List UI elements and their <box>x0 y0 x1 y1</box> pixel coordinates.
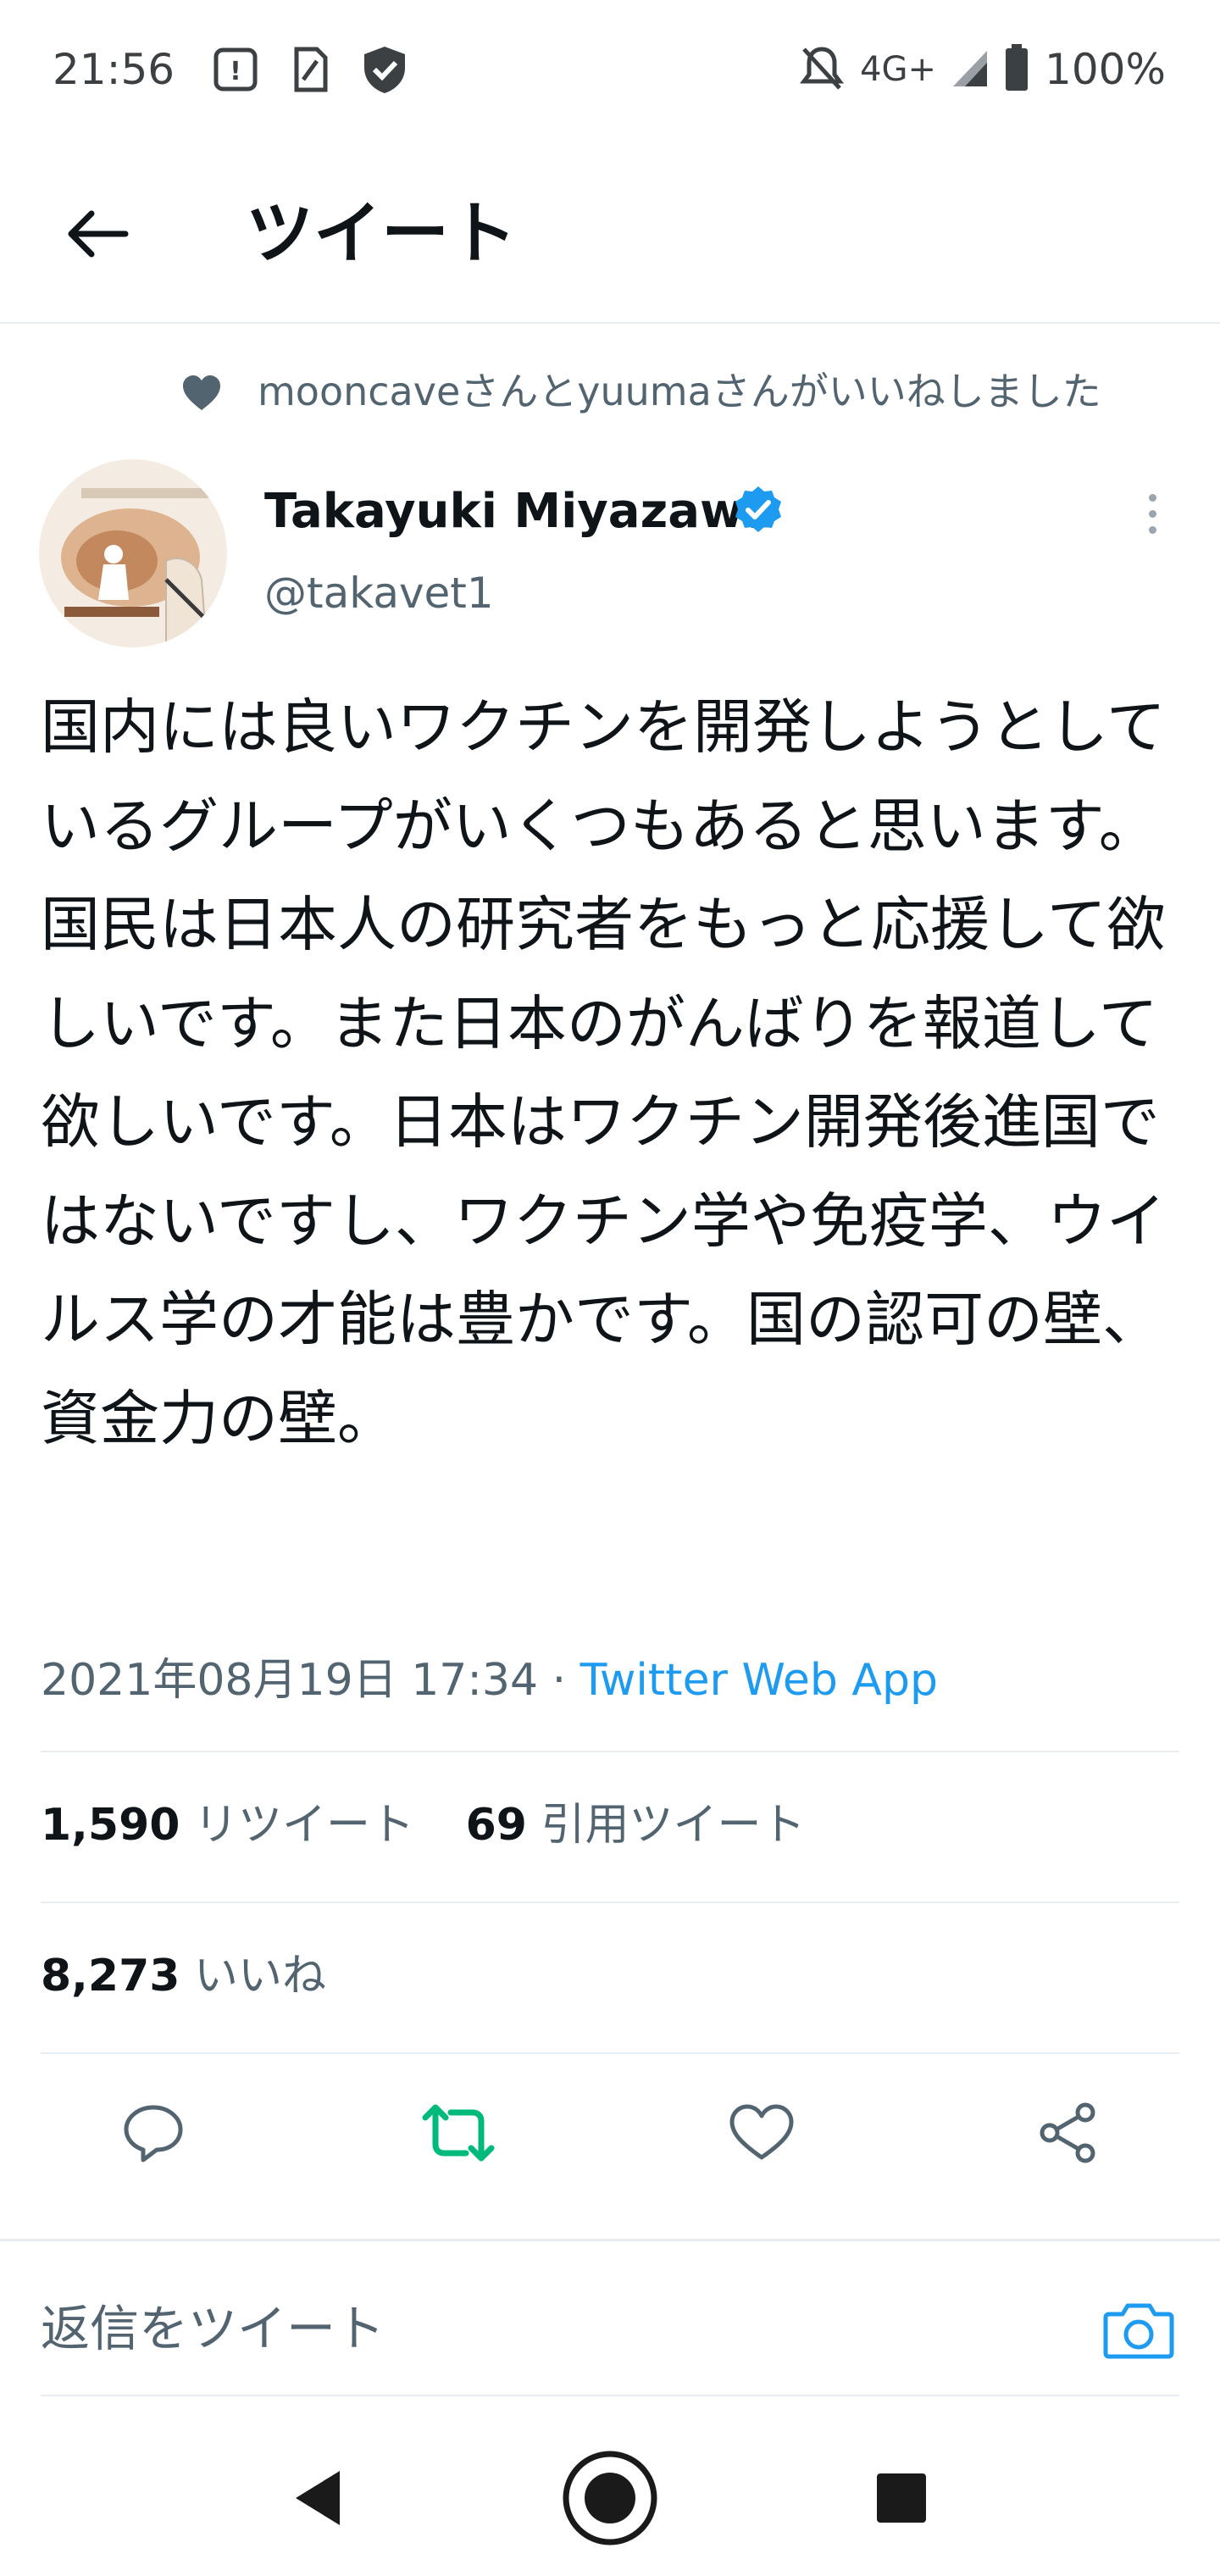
tweet-text: 国内には良いワクチンを開発しようとしているグループがいくつもあると思います。国民… <box>41 692 1166 1453</box>
share-button[interactable] <box>1022 2086 1115 2179</box>
reply-button[interactable] <box>107 2086 200 2179</box>
svg-text:!: ! <box>230 57 241 86</box>
like-button[interactable] <box>715 2086 808 2179</box>
reply-input[interactable]: 返信をツイート <box>41 2295 385 2362</box>
tweet-timestamp[interactable]: 2021年08月19日 17:34 <box>41 1655 538 1706</box>
sim-icon <box>285 42 336 97</box>
retweet-stats: 1,590 リツイート 69 引用ツイート <box>41 1795 805 1856</box>
back-triangle-icon <box>296 2471 340 2525</box>
tweet-meta: 2021年08月19日 17:34 · Twitter Web App <box>41 1651 938 1710</box>
nav-recents-button[interactable] <box>851 2447 952 2549</box>
reply-icon <box>124 2105 183 2162</box>
like-icon <box>729 2104 794 2160</box>
divider <box>41 2052 1179 2054</box>
avatar[interactable] <box>39 459 227 647</box>
more-dot <box>1148 493 1156 502</box>
battery-icon <box>1004 44 1029 95</box>
likes-link[interactable]: 8,273 いいね <box>41 1946 326 2007</box>
divider <box>41 1751 1179 1752</box>
page-title: ツイート <box>246 194 517 273</box>
arrow-left-icon <box>68 210 129 258</box>
nav-home-button[interactable] <box>559 2447 661 2549</box>
divider <box>41 1901 1179 1903</box>
retweet-count: 1,590 <box>41 1800 180 1851</box>
battery-percent: 100% <box>1045 45 1166 94</box>
retweet-icon <box>422 2104 495 2162</box>
back-button[interactable] <box>51 188 142 280</box>
status-time: 21:56 <box>53 45 175 94</box>
camera-icon <box>1103 2303 1174 2359</box>
retweet-button[interactable] <box>412 2086 505 2179</box>
like-count: 8,273 <box>41 1951 180 2001</box>
header-divider <box>0 322 1220 324</box>
nav-back-button[interactable] <box>268 2447 369 2549</box>
author-handle[interactable]: @takavet1 <box>264 563 494 624</box>
section-divider <box>0 2239 1220 2241</box>
retweets-link[interactable]: 1,590 リツイート <box>41 1800 414 1851</box>
social-context[interactable]: mooncaveさんとyuumaさんがいいねしました <box>258 364 1101 419</box>
mute-icon <box>799 44 845 95</box>
verified-badge-icon <box>734 485 783 534</box>
like-label: いいね <box>194 1951 327 2001</box>
quote-count: 69 <box>465 1800 527 1851</box>
composer-divider <box>41 2395 1179 2396</box>
meta-separator: · <box>538 1655 580 1706</box>
shield-icon <box>359 42 410 97</box>
network-type: 4G+ <box>860 50 937 89</box>
quotes-link[interactable]: 69 引用ツイート <box>466 1800 806 1851</box>
camera-button[interactable] <box>1098 2290 1179 2371</box>
share-icon <box>1040 2102 1095 2163</box>
retweet-label: リツイート <box>194 1800 415 1851</box>
recents-square-icon <box>877 2473 926 2523</box>
home-circle-icon <box>563 2451 657 2545</box>
status-right: 4G+ 100% <box>799 39 1166 100</box>
more-dot <box>1148 509 1156 518</box>
heart-filled-icon <box>180 371 224 415</box>
author-name[interactable]: Takayuki Miyazawa <box>264 481 776 542</box>
signal-icon <box>951 47 989 92</box>
more-options-button[interactable] <box>1127 480 1178 547</box>
more-dot <box>1148 525 1156 534</box>
notification-icon: ! <box>210 42 261 97</box>
tweet-source[interactable]: Twitter Web App <box>580 1655 938 1706</box>
quote-label: 引用ツイート <box>541 1800 806 1851</box>
